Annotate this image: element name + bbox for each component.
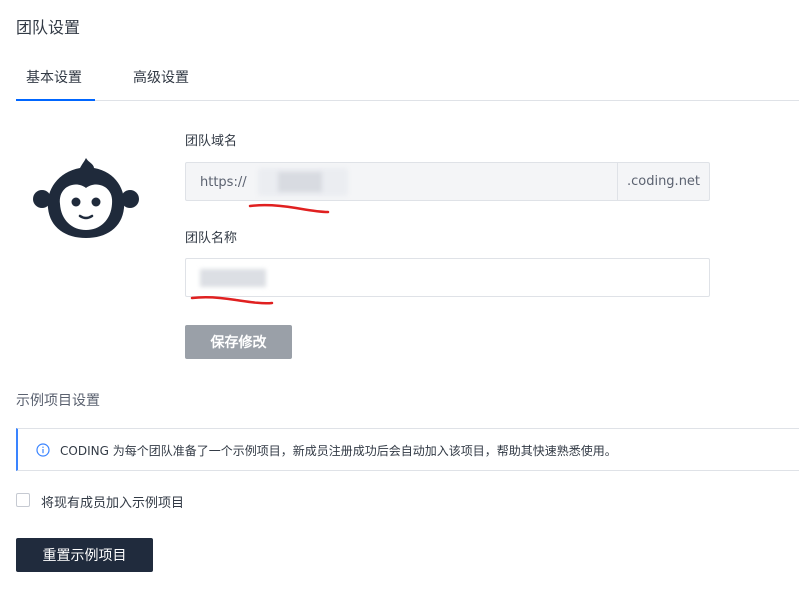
reset-demo-button[interactable]: 重置示例项目 [16,538,153,572]
info-text: CODING 为每个团队准备了一个示例项目，新成员注册成功后会自动加入该项目，帮… [60,444,617,458]
domain-prefix: https:// [200,175,247,190]
tab-basic-settings[interactable]: 基本设置 [26,67,82,87]
add-members-checkbox[interactable] [16,493,30,507]
add-members-label[interactable]: 将现有成员加入示例项目 [41,492,184,511]
page-title: 团队设置 [16,18,81,37]
monkey-logo-icon [33,158,139,238]
red-annotation-line [248,203,330,214]
domain-input-group: https:// .coding.net [185,162,710,201]
save-button[interactable]: 保存修改 [185,325,292,359]
team-name-field[interactable] [186,259,709,296]
active-tab-indicator [16,99,95,101]
tab-bar: 基本设置 高级设置 [16,60,799,101]
tab-advanced-settings[interactable]: 高级设置 [133,67,189,87]
info-circle-icon [36,443,50,457]
domain-label: 团队域名 [185,134,238,149]
info-banner: CODING 为每个团队准备了一个示例项目，新成员注册成功后会自动加入该项目，帮… [16,428,799,471]
domain-field[interactable] [250,163,617,200]
team-name-input-wrap [185,258,710,297]
team-name-label: 团队名称 [185,231,238,246]
domain-suffix: .coding.net [617,163,709,200]
demo-section-title: 示例项目设置 [16,393,100,409]
